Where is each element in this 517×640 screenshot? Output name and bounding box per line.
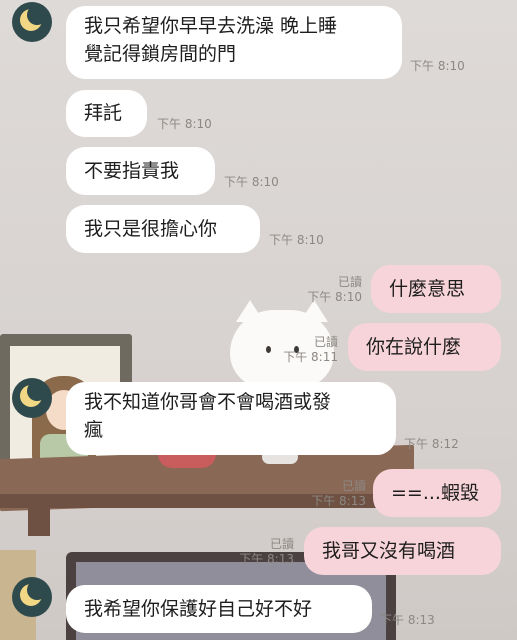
message-timestamp: 下午 8:10 <box>269 233 324 247</box>
read-receipt: 已讀 下午 8:13 <box>304 479 366 509</box>
read-receipt: 已讀 下午 8:11 <box>276 335 338 365</box>
message-timestamp: 下午 8:10 <box>307 290 362 304</box>
message-bubble-incoming[interactable]: 我只是很擔心你 <box>66 205 260 253</box>
moon-shadow <box>27 381 47 401</box>
read-receipt: 已讀 下午 8:10 <box>300 275 362 305</box>
contact-avatar[interactable] <box>12 378 52 418</box>
read-label: 已讀 <box>337 275 362 289</box>
message-bubble-outgoing[interactable]: 什麼意思 <box>371 265 501 313</box>
read-label: 已讀 <box>269 537 294 551</box>
message-timestamp: 下午 8:13 <box>239 552 294 566</box>
moon-shadow <box>27 580 47 600</box>
read-label: 已讀 <box>341 479 366 493</box>
read-receipt: 已讀 下午 8:13 <box>232 537 294 567</box>
message-timestamp: 下午 8:10 <box>410 59 465 73</box>
read-label: 已讀 <box>313 335 338 349</box>
contact-avatar[interactable] <box>12 577 52 617</box>
message-bubble-incoming[interactable]: 不要指責我 <box>66 147 215 195</box>
message-timestamp: 下午 8:13 <box>380 613 435 627</box>
message-bubble-outgoing[interactable]: ==...蝦毀 <box>373 469 501 517</box>
contact-avatar[interactable] <box>12 2 52 42</box>
message-bubble-outgoing[interactable]: 我哥又沒有喝酒 <box>304 527 501 575</box>
message-timestamp: 下午 8:13 <box>311 494 366 508</box>
message-timestamp: 下午 8:11 <box>283 350 338 364</box>
message-bubble-incoming[interactable]: 拜託 <box>66 90 147 137</box>
message-bubble-incoming[interactable]: 我不知道你哥會不會喝酒或發 瘋 <box>66 382 396 455</box>
message-timestamp: 下午 8:10 <box>157 117 212 131</box>
message-bubble-incoming[interactable]: 我希望你保護好自己好不好 <box>66 585 372 633</box>
message-timestamp: 下午 8:12 <box>404 437 459 451</box>
message-timestamp: 下午 8:10 <box>224 175 279 189</box>
moon-shadow <box>27 5 47 25</box>
message-bubble-outgoing[interactable]: 你在說什麼 <box>348 323 501 371</box>
chat-message-list[interactable]: 我只希望你早早去洗澡 晚上睡 覺記得鎖房間的門 下午 8:10 拜託 下午 8:… <box>0 0 517 640</box>
message-bubble-incoming[interactable]: 我只希望你早早去洗澡 晚上睡 覺記得鎖房間的門 <box>66 6 402 79</box>
